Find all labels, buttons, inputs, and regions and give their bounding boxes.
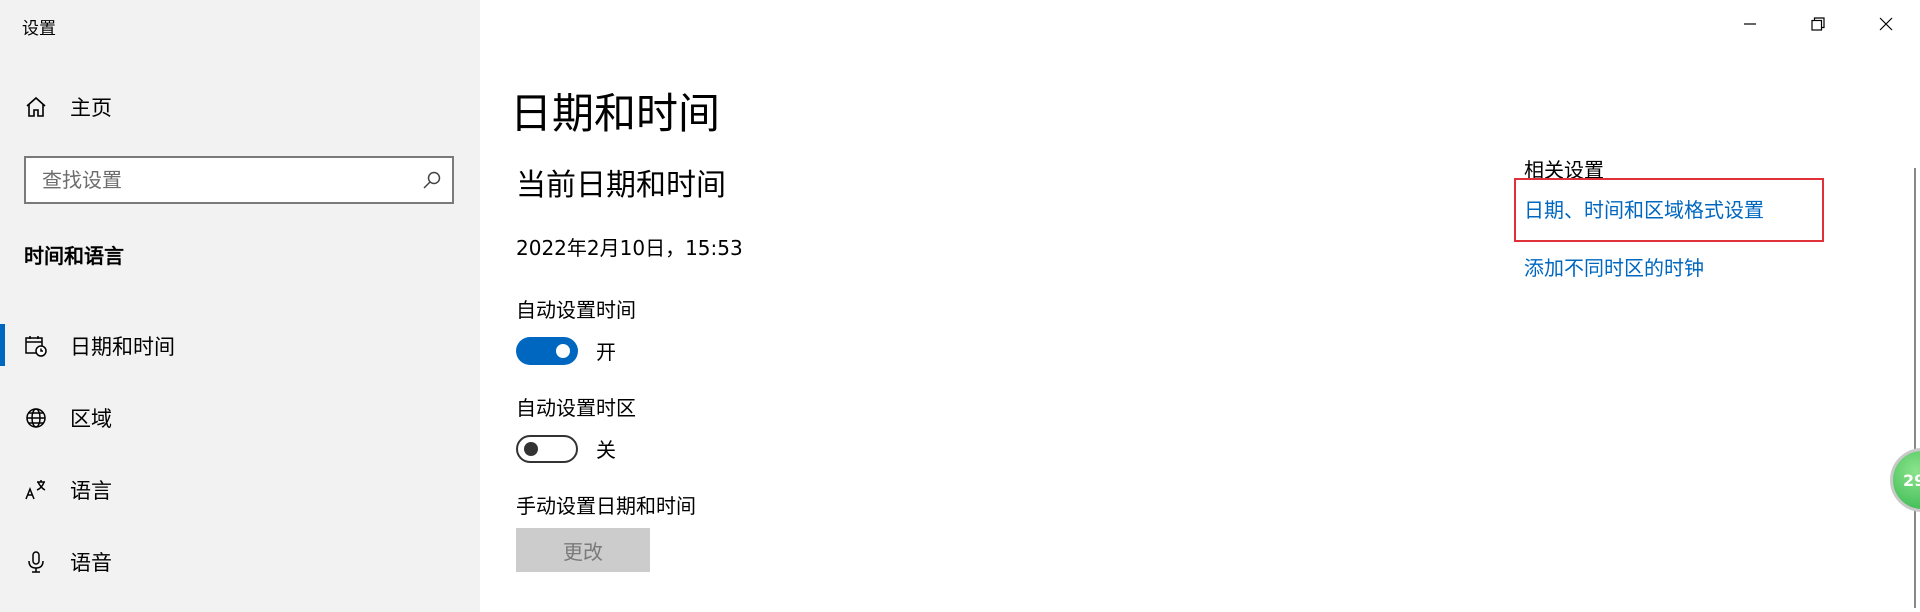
auto-timezone-toggle-row: 关: [516, 434, 616, 463]
auto-time-state: 开: [596, 340, 616, 364]
sidebar-item-label: 语言: [70, 479, 112, 503]
search-input[interactable]: [26, 167, 412, 193]
section-subtitle: 当前日期和时间: [516, 168, 726, 203]
app-title: 设置: [22, 19, 56, 39]
auto-timezone-label: 自动设置时区: [516, 396, 636, 420]
search-icon[interactable]: [412, 170, 452, 190]
home-icon: [24, 95, 48, 119]
calendar-clock-icon: [24, 334, 48, 358]
toggle-knob: [556, 343, 570, 358]
current-datetime: 2022年2月10日，15:53: [516, 236, 743, 260]
auto-time-toggle[interactable]: [516, 336, 578, 365]
sidebar-item-label: 日期和时间: [70, 335, 175, 359]
change-button[interactable]: 更改: [516, 528, 650, 572]
window-controls: [1716, 0, 1920, 48]
toggle-knob: [524, 441, 538, 456]
manual-datetime-label: 手动设置日期和时间: [516, 494, 696, 518]
sidebar-item-label: 语音: [70, 551, 112, 575]
sidebar-item-label: 区域: [70, 407, 112, 431]
auto-time-label: 自动设置时间: [516, 298, 636, 322]
auto-timezone-state: 关: [596, 438, 616, 462]
close-icon: [1879, 17, 1893, 31]
close-button[interactable]: [1852, 0, 1920, 48]
microphone-icon: [24, 550, 48, 574]
sidebar-item-region[interactable]: 区域: [0, 382, 480, 454]
language-icon: [24, 478, 48, 502]
minimize-button[interactable]: [1716, 0, 1784, 48]
sidebar: 设置 主页 时间和语言: [0, 0, 480, 612]
page-title: 日期和时间: [510, 89, 721, 138]
home-nav-item[interactable]: 主页: [24, 92, 112, 122]
sidebar-item-speech[interactable]: 语音: [0, 526, 480, 598]
auto-time-toggle-row: 开: [516, 336, 616, 365]
sidebar-item-language[interactable]: 语言: [0, 454, 480, 526]
restore-button[interactable]: [1784, 0, 1852, 48]
minimize-icon: [1744, 23, 1756, 25]
restore-icon: [1811, 17, 1825, 31]
auto-timezone-toggle[interactable]: [516, 434, 578, 463]
related-settings: 相关设置 日期、时间和区域格式设置 添加不同时区的时钟: [1514, 154, 1824, 280]
sidebar-item-date-time[interactable]: 日期和时间: [0, 310, 480, 382]
scrollbar[interactable]: [1914, 168, 1916, 608]
add-clocks-link[interactable]: 添加不同时区的时钟: [1524, 252, 1704, 281]
home-label: 主页: [70, 96, 112, 120]
settings-window: 设置 主页 时间和语言: [0, 0, 1920, 612]
date-time-region-format-link[interactable]: 日期、时间和区域格式设置: [1524, 194, 1764, 223]
globe-icon: [24, 406, 48, 430]
section-heading: 时间和语言: [24, 244, 124, 268]
search-box[interactable]: [24, 156, 454, 204]
badge-text: 29: [1903, 470, 1920, 490]
main-content: 日期和时间 当前日期和时间 2022年2月10日，15:53 自动设置时间 开 …: [480, 0, 1920, 612]
sidebar-nav: 日期和时间 区域 语言 语音: [0, 310, 480, 598]
